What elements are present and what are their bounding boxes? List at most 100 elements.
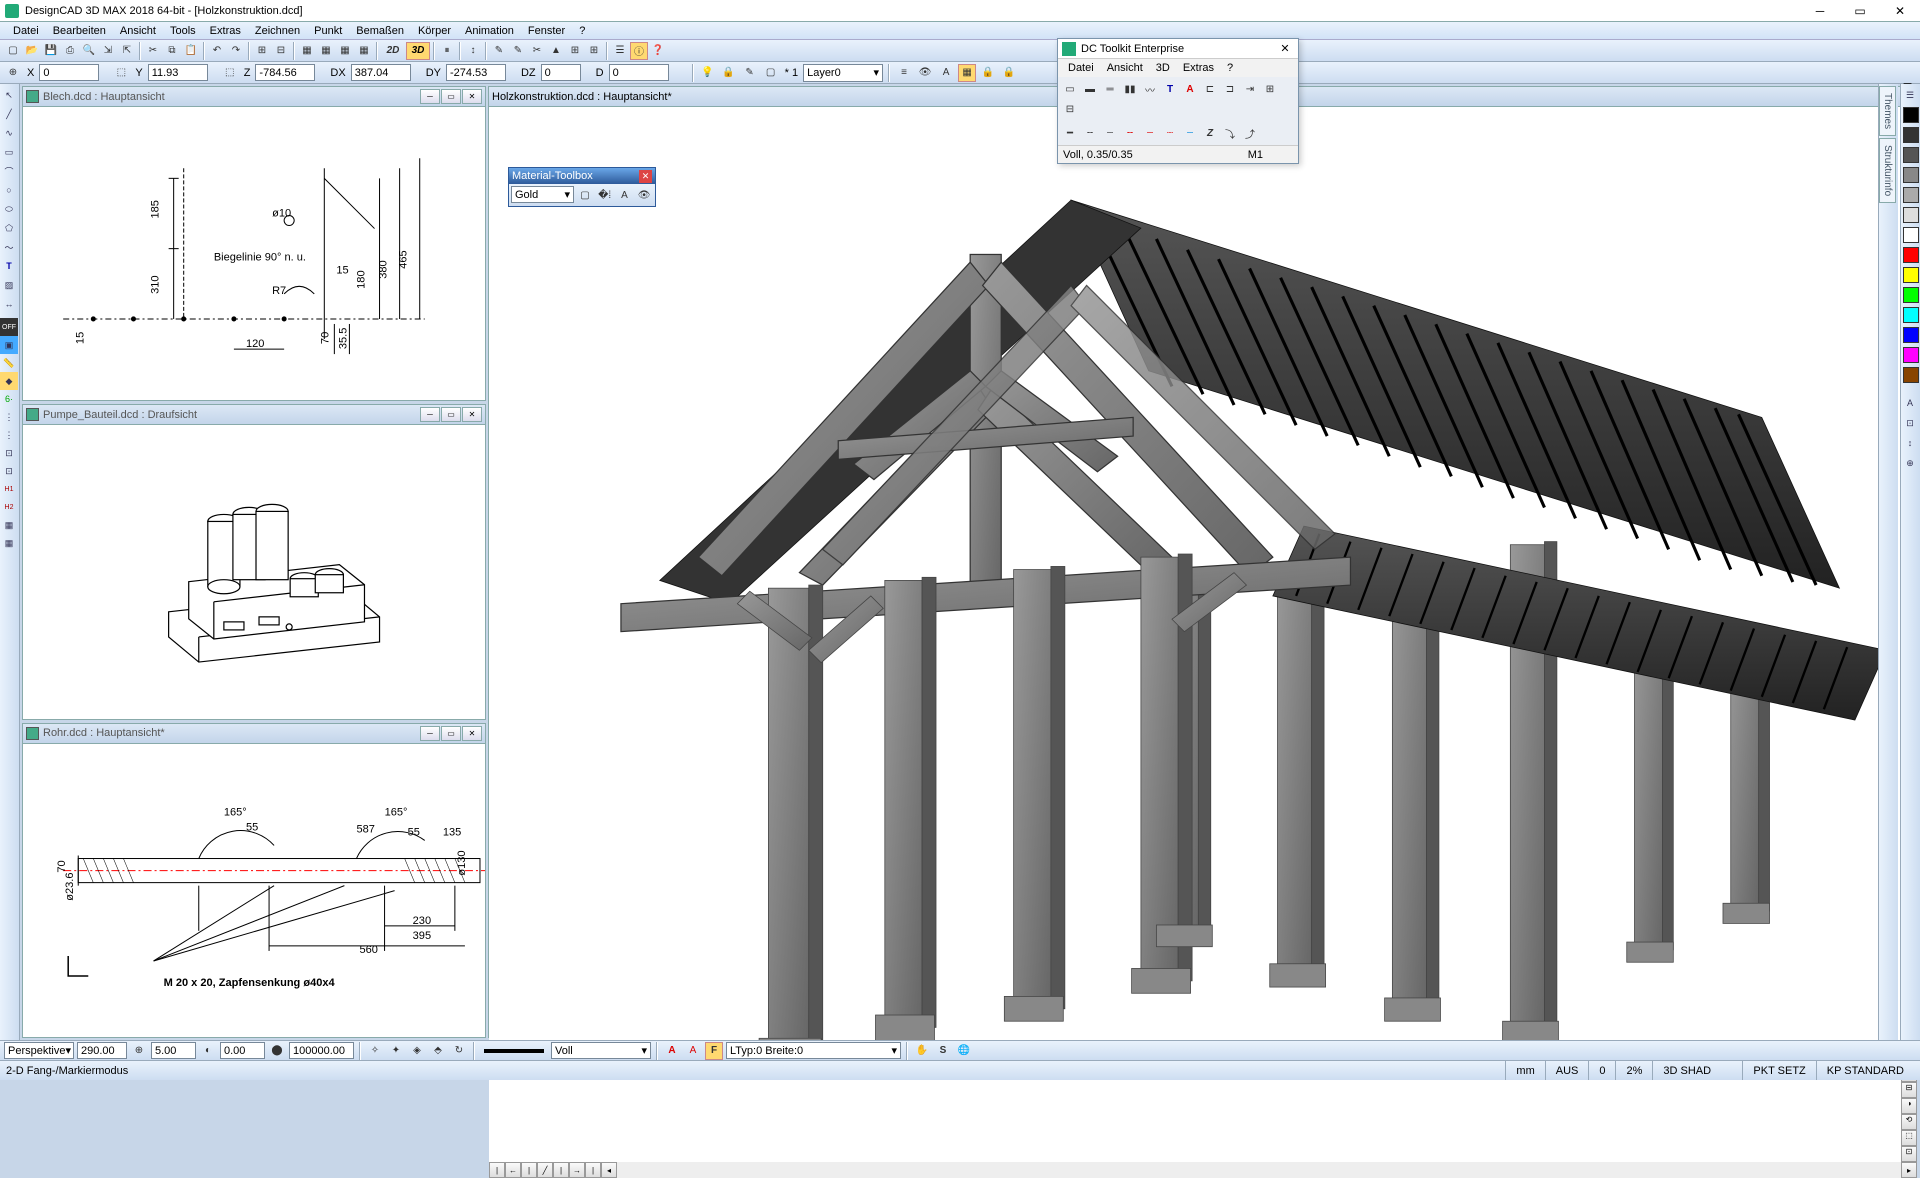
snap1-icon[interactable]: ⊞ [253, 42, 271, 60]
layer-dropdown[interactable]: Layer0▾ [803, 64, 883, 82]
menu-extras[interactable]: Extras [203, 23, 248, 39]
edit1-icon[interactable]: ✎ [490, 42, 508, 60]
doc2-max-button[interactable]: ▭ [441, 407, 461, 422]
menu-ansicht[interactable]: Ansicht [113, 23, 163, 39]
mat-btn4-icon[interactable]: 👁 [635, 186, 653, 204]
menu-fenster[interactable]: Fenster [521, 23, 572, 39]
edit4-icon[interactable]: ▲ [547, 42, 565, 60]
menu-bearbeiten[interactable]: Bearbeiten [46, 23, 113, 39]
dc-t4-icon[interactable]: ▮▮ [1121, 80, 1139, 98]
close-button[interactable]: ✕ [1880, 0, 1920, 22]
dc-l5-icon[interactable]: ┄ [1141, 124, 1159, 142]
import-icon[interactable]: ⇱ [118, 42, 136, 60]
color-swatch-13[interactable] [1903, 367, 1919, 383]
menu-help[interactable]: ? [572, 23, 592, 39]
save-icon[interactable]: 💾 [42, 42, 60, 60]
h2-icon[interactable]: H2 [0, 498, 18, 516]
font-a2-icon[interactable]: A [684, 1042, 702, 1060]
tool-c-icon[interactable]: ⊡ [0, 444, 18, 462]
bottom-val3[interactable] [220, 1042, 265, 1059]
hscrollbar[interactable]: |←|╱|→|◂ ▸ [489, 1162, 1917, 1178]
text-layer-icon[interactable]: A [937, 64, 955, 82]
bottom-btn2-icon[interactable]: ◐ [199, 1042, 217, 1060]
color-swatch-1[interactable] [1903, 127, 1919, 143]
menu-tools[interactable]: Tools [163, 23, 203, 39]
measure2-icon[interactable]: 📏 [0, 354, 18, 372]
dc-l3-icon[interactable]: ┄ [1101, 124, 1119, 142]
dc-t9-icon[interactable]: ⇥ [1241, 80, 1259, 98]
menu-datei[interactable]: Datei [6, 23, 46, 39]
themes-tab[interactable]: Themes [1879, 86, 1896, 136]
bb2-icon[interactable]: ✦ [387, 1042, 405, 1060]
window1-icon[interactable]: ▦ [298, 42, 316, 60]
lock2-icon[interactable]: 🔒 [979, 64, 997, 82]
doc1-close-button[interactable]: ✕ [462, 89, 482, 104]
lock-layer-icon[interactable]: 🔒 [720, 64, 738, 82]
status-pkt[interactable]: PKT SETZ [1742, 1061, 1815, 1080]
text2-icon[interactable]: T [0, 257, 18, 275]
x-input[interactable] [39, 64, 99, 81]
measure-icon[interactable]: ↕ [464, 42, 482, 60]
dc-t2-icon[interactable]: ▬ [1081, 80, 1099, 98]
dc-l4-icon[interactable]: ╌ [1121, 124, 1139, 142]
y-input[interactable] [148, 64, 208, 81]
mat-btn3-icon[interactable]: A [616, 186, 634, 204]
dc-t10-icon[interactable]: ⊞ [1261, 80, 1279, 98]
doc3-close-button[interactable]: ✕ [462, 726, 482, 741]
dc-t5-icon[interactable]: 〰 [1141, 80, 1159, 98]
pencil-layer-icon[interactable]: ✎ [741, 64, 759, 82]
tool-e-icon[interactable]: ▦ [0, 516, 18, 534]
doc2-canvas[interactable] [23, 425, 485, 718]
bottom-val1[interactable] [77, 1042, 127, 1059]
dc-t1-icon[interactable]: ▭ [1061, 80, 1079, 98]
3d-canvas[interactable]: Material-Toolbox ✕ Gold▾ ▢ �⁞ A 👁 [489, 107, 1917, 1162]
maximize-button[interactable]: ▭ [1840, 0, 1880, 22]
help-icon[interactable]: ❓ [649, 42, 667, 60]
linetype-voll-dropdown[interactable]: Voll▾ [551, 1042, 651, 1059]
color-swatch-2[interactable] [1903, 147, 1919, 163]
hand-icon[interactable]: ✋ [913, 1042, 931, 1060]
material-dropdown[interactable]: Gold▾ [511, 186, 574, 203]
paste-icon[interactable]: 📋 [182, 42, 200, 60]
hatch-icon[interactable]: ▨ [0, 276, 18, 294]
ellipse-icon[interactable]: ⬭ [0, 200, 18, 218]
snap2-icon[interactable]: ⊟ [272, 42, 290, 60]
color-swatch-12[interactable] [1903, 347, 1919, 363]
doc2-min-button[interactable]: ─ [420, 407, 440, 422]
menu-zeichnen[interactable]: Zeichnen [248, 23, 307, 39]
list-icon[interactable]: ☰ [611, 42, 629, 60]
circle-icon[interactable]: ○ [0, 181, 18, 199]
polygon-icon[interactable]: ⬠ [0, 219, 18, 237]
dc-t3-icon[interactable]: ═ [1101, 80, 1119, 98]
perspective-dropdown[interactable]: Perspektive ▾ [4, 1042, 74, 1059]
doc1-canvas[interactable]: 185 310 ø10 Biegelinie 90° n. u. 15 180 … [23, 107, 485, 400]
tool-f-icon[interactable]: ▦ [0, 534, 18, 552]
origin-icon[interactable]: ⊕ [4, 64, 22, 82]
preview-icon[interactable]: 🔍 [80, 42, 98, 60]
dc-l7-icon[interactable]: ┄ [1181, 124, 1199, 142]
visibility-icon[interactable]: 👁 [916, 64, 934, 82]
dc-menu-datei[interactable]: Datei [1062, 61, 1100, 75]
text-tool-icon[interactable]: A [1901, 394, 1919, 412]
lock3-icon[interactable]: 🔒 [1000, 64, 1018, 82]
minimize-button[interactable]: ─ [1800, 0, 1840, 22]
xy-icon[interactable]: ⬚ [112, 64, 130, 82]
dz-input[interactable] [541, 64, 581, 81]
selected-tool-icon[interactable]: ◆ [0, 372, 18, 390]
dc-text-icon[interactable]: T [1161, 80, 1179, 98]
mat-btn1-icon[interactable]: ▢ [576, 186, 594, 204]
dc-t8-icon[interactable]: ⊐ [1221, 80, 1239, 98]
color-swatch-3[interactable] [1903, 167, 1919, 183]
dc-menu-ansicht[interactable]: Ansicht [1101, 61, 1149, 75]
extra3-icon[interactable]: ⊕ [1901, 454, 1919, 472]
dc-l2-icon[interactable]: ╌ [1081, 124, 1099, 142]
doc3-canvas[interactable]: 165° 165° 55 587 55 135 70 ø23.6 ø130 23… [23, 744, 485, 1037]
color-swatch-7[interactable] [1903, 247, 1919, 263]
bottom-btn1-icon[interactable]: ⊕ [130, 1042, 148, 1060]
open-icon[interactable]: 📂 [23, 42, 41, 60]
export-icon[interactable]: ⇲ [99, 42, 117, 60]
layers-icon[interactable]: ≡ [895, 64, 913, 82]
3d-icon[interactable]: ▣ [0, 336, 18, 354]
status-unit[interactable]: mm [1505, 1061, 1544, 1080]
dc-arc-icon[interactable]: ⤵ [1221, 124, 1239, 142]
